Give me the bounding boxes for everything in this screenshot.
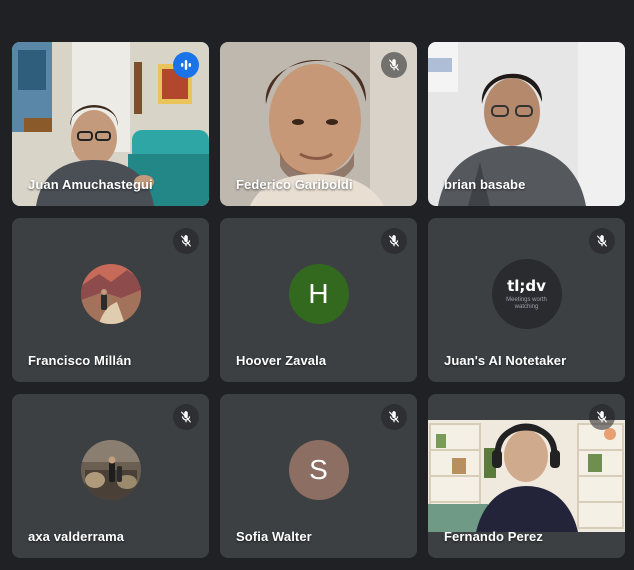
mic-off-icon [173,404,199,430]
participant-tile-juan-amuchastegui[interactable]: Juan Amuchastegui [12,42,209,206]
participant-tile-francisco-millan[interactable]: Francisco Millán [12,218,209,382]
participant-name: Sofia Walter [236,529,312,544]
avatar [80,440,141,500]
participant-name: Francisco Millán [28,353,132,368]
avatar: H [288,264,349,324]
participant-name: Hoover Zavala [236,353,327,368]
participant-name: Federico Gariboldi [236,177,353,192]
tldv-logo-avatar: tl;dv Meetings worth watching [491,259,562,329]
logo-text: tl;dv [507,276,546,295]
mic-off-icon [381,52,407,78]
mic-off-icon [381,404,407,430]
mic-off-icon [173,228,199,254]
mic-off-icon [381,228,407,254]
participant-tile-ai-notetaker[interactable]: tl;dv Meetings worth watching Juan's AI … [428,218,625,382]
participant-name: Fernando Perez [444,529,543,544]
participant-name: Juan Amuchastegui [28,177,153,192]
avatar: S [288,440,349,500]
participant-name: brian basabe [444,177,526,192]
mic-off-icon [589,404,615,430]
audio-level-icon [173,52,199,78]
participant-name: axa valderrama [28,529,125,544]
logo-tagline: Meetings worth watching [506,296,547,310]
participant-tile-sofia-walter[interactable]: S Sofia Walter [220,394,417,558]
participant-tile-hoover-zavala[interactable]: H Hoover Zavala [220,218,417,382]
avatar-initial: H [308,278,329,309]
mic-off-icon [589,228,615,254]
participant-grid: Juan Amuchastegui Federico Gariboldi bri… [12,42,626,558]
avatar-initial: S [309,454,328,485]
participant-name: Juan's AI Notetaker [444,353,567,368]
participant-tile-brian-basabe[interactable]: brian basabe [428,42,625,206]
participant-tile-fernando-perez[interactable]: Fernando Perez [428,394,625,558]
participant-tile-axa-valderrama[interactable]: axa valderrama [12,394,209,558]
avatar [80,264,141,324]
participant-tile-federico-gariboldi[interactable]: Federico Gariboldi [220,42,417,206]
